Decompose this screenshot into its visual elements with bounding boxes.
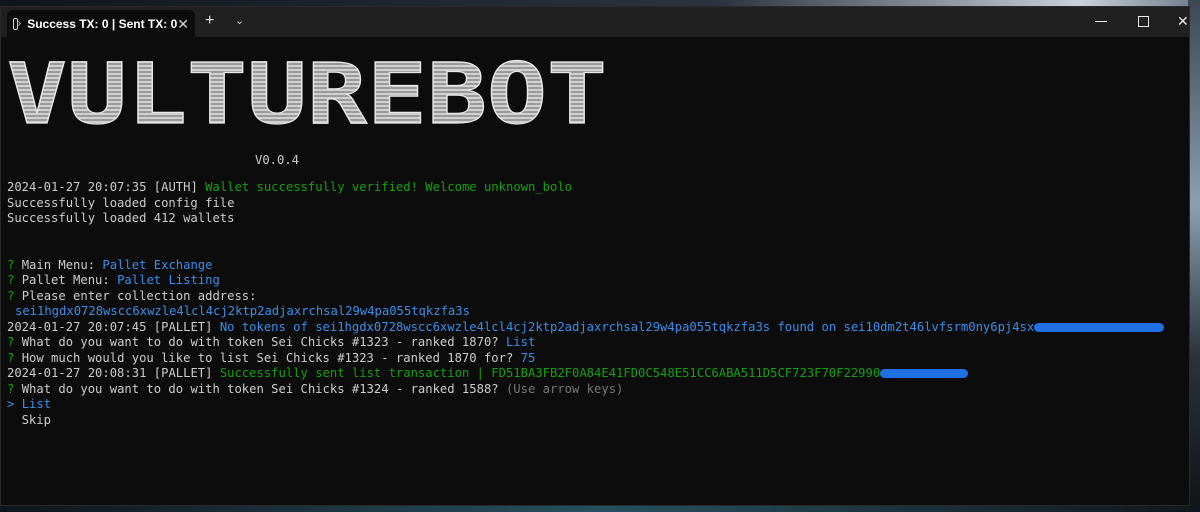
tab-title: Success TX: 0 | Sent TX: 0 [27,16,178,31]
log-message: No tokens of sei1hgdx0728wscc6xwzle4lcl4… [219,319,1035,334]
log-tag: [PALLET] [153,319,213,334]
prompt-mark: ? [7,335,15,349]
question-answer: List [505,335,536,349]
collection-prompt: Please enter collection address: [21,288,257,303]
log-line-auth: 2024-01-27 20:07:35 [AUTH] Wallet succes… [7,180,572,196]
log-message: Successfully sent list transaction | FD5… [219,366,881,380]
log-line-pallet-1: 2024-01-27 20:07:45 [PALLET] No tokens o… [7,319,1165,336]
log-time: 2024-01-27 20:07:45 [7,319,147,334]
collection-prompt-line: ? Please enter collection address: [7,289,257,305]
terminal-window: Success TX: 0 | Sent TX: 0 ✕ + ⌄ ✕ VULTU… [0,6,1190,506]
option-skip[interactable]: Skip [22,413,51,429]
option-list-selected[interactable]: > List [7,397,51,413]
terminal-tab[interactable]: Success TX: 0 | Sent TX: 0 ✕ [7,10,195,37]
pallet-menu-label: Pallet Menu: [21,273,110,287]
log-line-wallets: Successfully loaded 412 wallets [7,211,235,225]
question-text: What do you want to do with token Sei Ch… [21,381,499,396]
selection-cursor: > [7,397,15,411]
question-line-2: ? How much would you like to list Sei Ch… [7,351,535,367]
log-message: Wallet successfully verified! Welcome un… [205,180,573,194]
main-menu-label: Main Menu: [21,257,96,272]
redaction-mark [880,369,969,378]
prompt-mark: ? [7,381,15,396]
main-menu-value: Pallet Exchange [102,257,213,272]
log-line-config: Successfully loaded config file [7,195,235,210]
main-menu-line: ? Main Menu: Pallet Exchange [7,258,212,274]
log-time: 2024-01-27 20:08:31 [7,366,147,380]
prompt-mark: ? [7,288,15,303]
option-label: List [21,397,52,411]
prompt-mark: ? [7,257,15,272]
minimize-button[interactable] [1095,21,1107,22]
log-tag: [PALLET] [153,366,213,380]
log-line-pallet-2: 2024-01-27 20:08:31 [PALLET] Successfull… [7,366,969,382]
pallet-menu-value: Pallet Listing [117,273,220,287]
terminal-icon [13,17,19,30]
log-time: 2024-01-27 20:07:35 [7,180,147,194]
prompt-mark: ? [7,273,15,287]
close-button[interactable]: ✕ [1177,12,1189,30]
question-text: How much would you like to list Sei Chic… [21,350,514,365]
collection-address: sei1hgdx0728wscc6xwzle4lcl4cj2ktp2adjaxr… [15,304,470,318]
banner-text: VULTUREBOT [7,45,607,143]
pallet-menu-line: ? Pallet Menu: Pallet Listing [7,273,220,289]
ascii-banner: VULTUREBOT [7,45,608,144]
chevron-down-icon[interactable]: ⌄ [235,14,244,27]
title-bar[interactable]: Success TX: 0 | Sent TX: 0 ✕ + ⌄ ✕ [1,7,1189,37]
log-tag: [AUTH] [153,180,198,194]
question-answer: 75 [520,350,536,365]
tab-close-icon[interactable]: ✕ [177,17,189,31]
question-text: What do you want to do with token Sei Ch… [21,335,499,349]
question-hint: (Use arrow keys) [505,381,624,396]
question-line-1: ? What do you want to do with token Sei … [7,335,535,351]
new-tab-button[interactable]: + [205,13,214,29]
prompt-mark: ? [7,350,15,365]
redaction-mark [1034,322,1165,332]
maximize-button[interactable] [1138,16,1149,27]
terminal-output[interactable]: VULTUREBOT V0.0.4 2024-01-27 20:07:35 [A… [7,45,1187,503]
question-line-3: ? What do you want to do with token Sei … [7,382,623,398]
version-label: V0.0.4 [255,153,300,167]
